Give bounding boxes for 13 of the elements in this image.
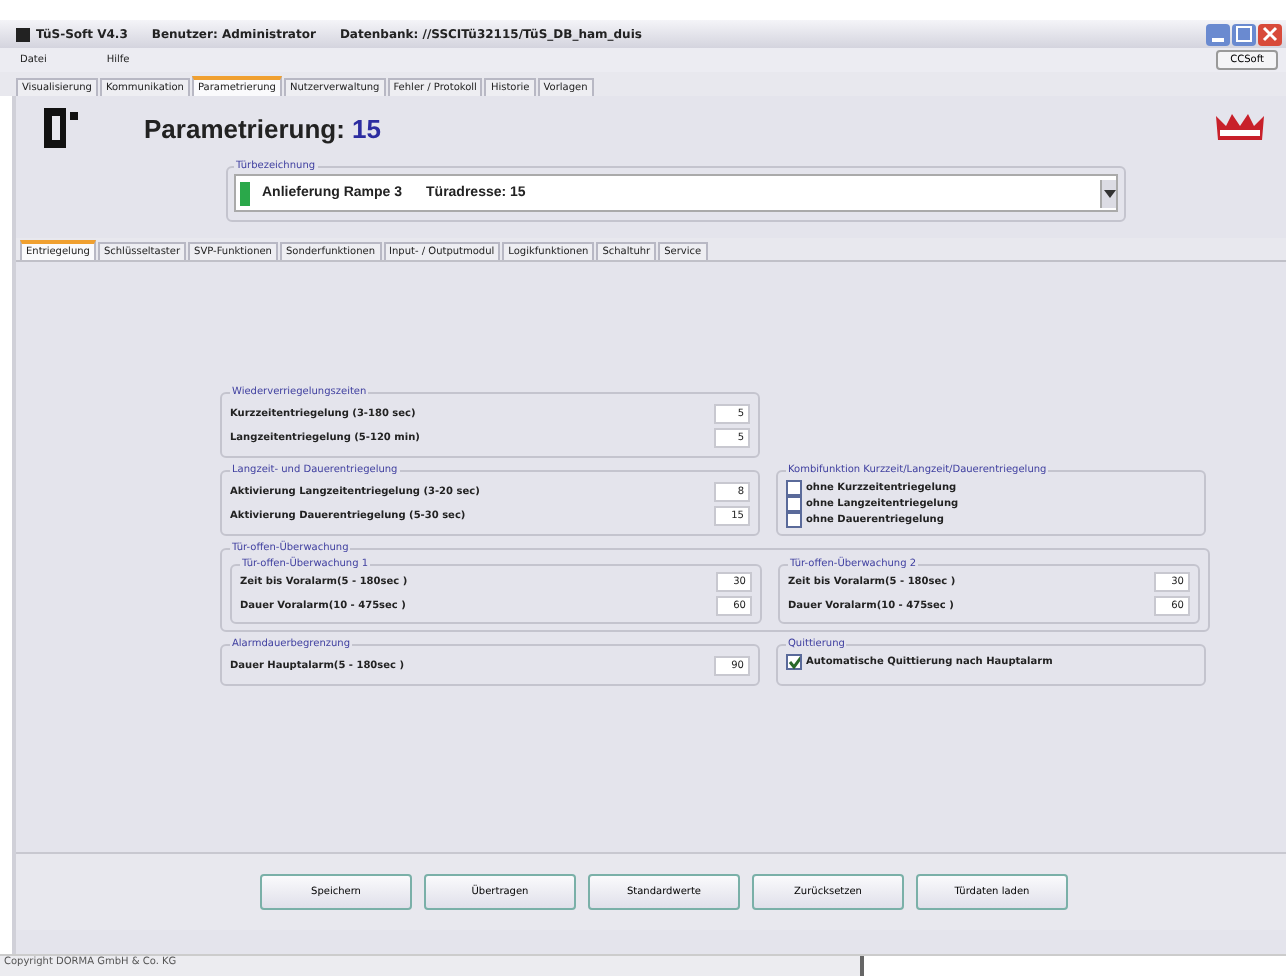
checkbox[interactable] (786, 480, 802, 496)
minimize-button[interactable] (1206, 23, 1230, 45)
close-button[interactable] (1258, 23, 1282, 45)
page-title: Parametrierung: 15 (144, 113, 382, 143)
close-icon (1262, 26, 1278, 42)
crown-logo-icon (1214, 112, 1266, 144)
checkbox[interactable] (786, 496, 802, 512)
maximize-icon (1236, 26, 1252, 42)
maximize-button[interactable] (1232, 23, 1256, 45)
app-icon (16, 27, 30, 41)
logo-icon (44, 108, 80, 148)
checkbox[interactable] (786, 654, 802, 670)
checkbox[interactable] (786, 512, 802, 528)
